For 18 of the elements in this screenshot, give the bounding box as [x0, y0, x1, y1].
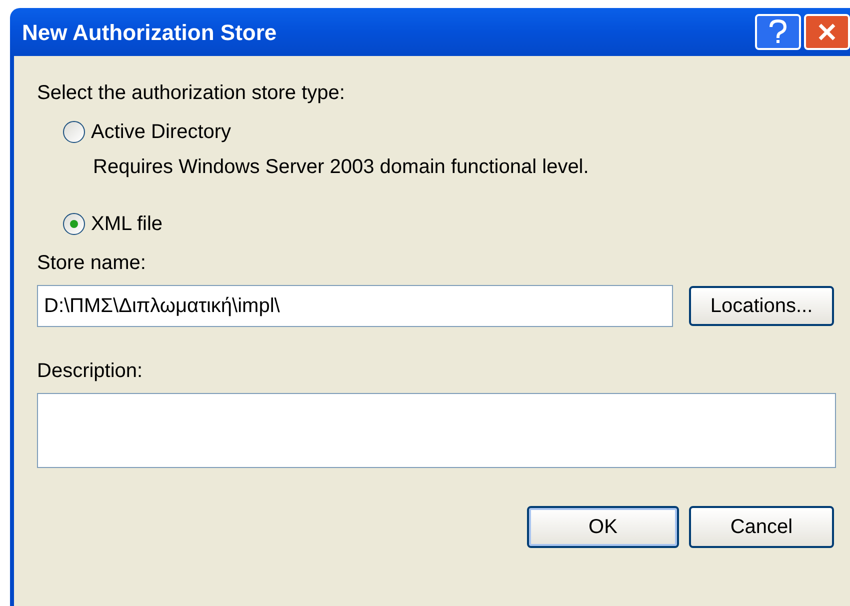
- store-name-label: Store name:: [37, 251, 147, 276]
- help-icon: [769, 19, 787, 45]
- description-field[interactable]: [37, 393, 836, 468]
- close-icon: [817, 22, 837, 42]
- radio-label[interactable]: XML file: [91, 209, 163, 239]
- radio-label[interactable]: Active Directory: [91, 117, 232, 147]
- option-note: Requires Windows Server 2003 domain functional level.: [92, 155, 590, 180]
- help-button[interactable]: [755, 14, 801, 50]
- window-title: New Authorization Store: [22, 18, 278, 46]
- dialog-button[interactable]: Cancel: [689, 506, 834, 548]
- close-button[interactable]: [804, 14, 850, 50]
- store-name-field[interactable]: D:\ΠΜΣ\Διπλωματική\impl\: [37, 285, 673, 327]
- store-type-label: Select the authorization store type:: [37, 81, 346, 106]
- description-label: Description:: [37, 359, 144, 384]
- radio-button[interactable]: [63, 121, 85, 143]
- locations-button[interactable]: Locations...: [689, 286, 834, 326]
- dialog-button[interactable]: OK: [527, 506, 679, 548]
- radio-button[interactable]: [63, 213, 85, 235]
